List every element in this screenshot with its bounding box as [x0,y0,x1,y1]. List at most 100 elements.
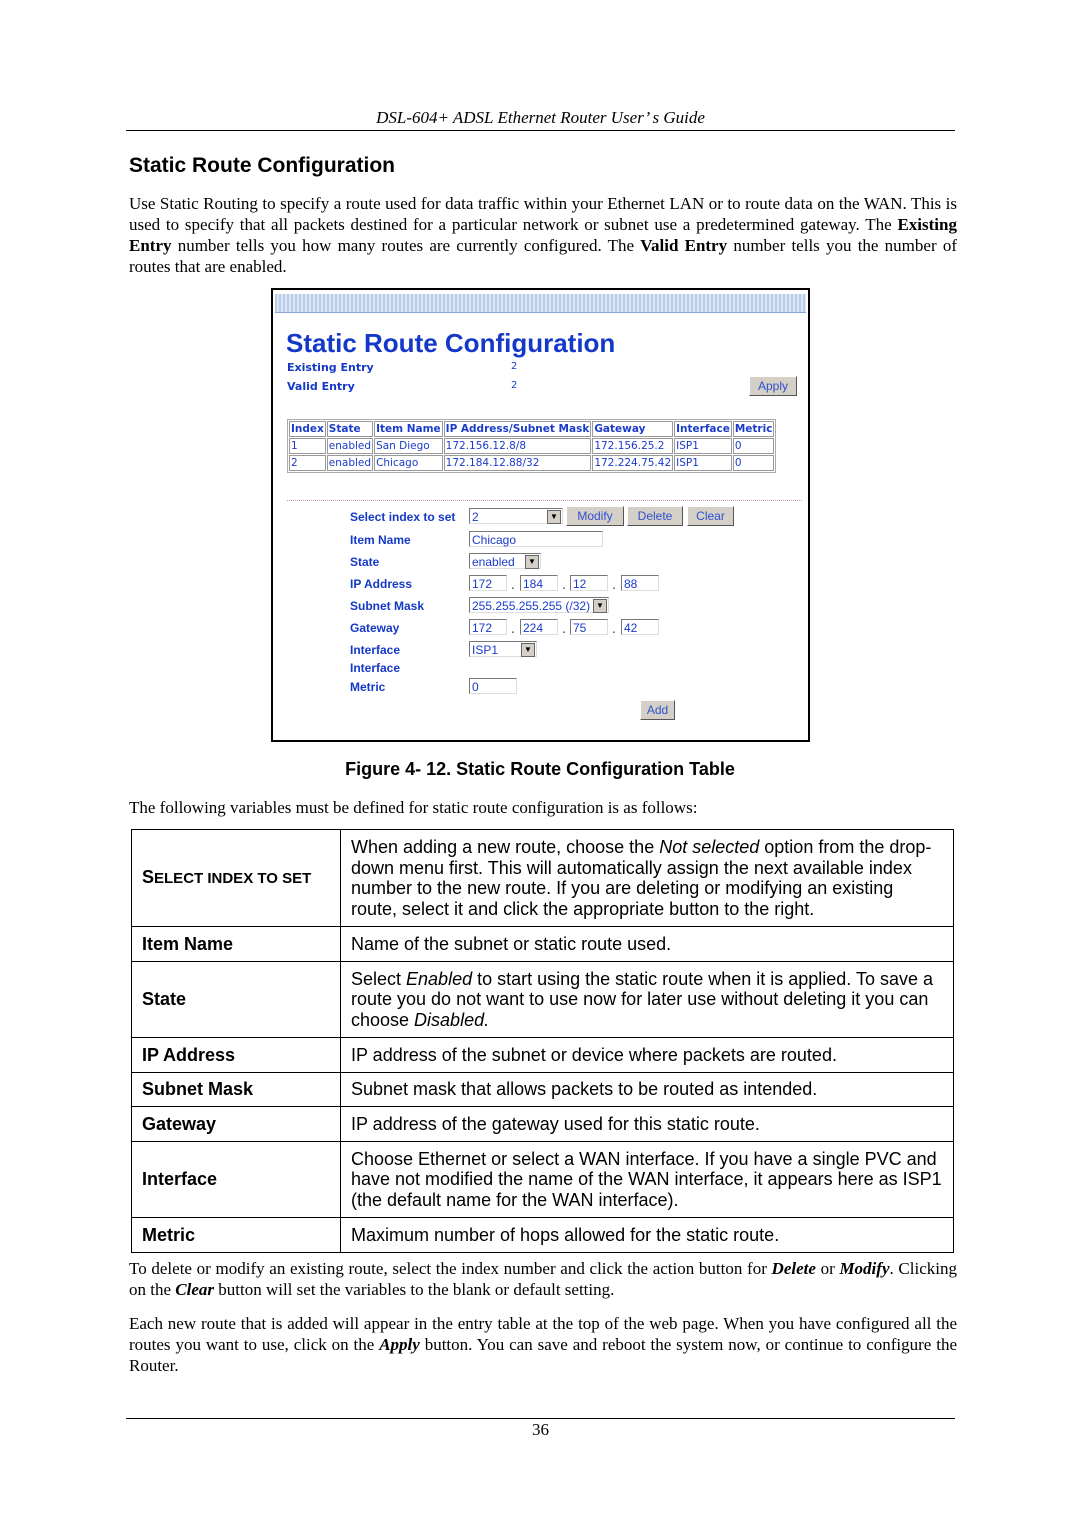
figure-caption: Figure 4- 12. Static Route Configuration… [345,759,735,779]
text: Valid Entry [640,236,728,255]
variable-description: IP address of the subnet or device where… [340,1037,954,1073]
text: ELECT INDEX TO SET [154,869,312,887]
outro-paragraph-1: To delete or modify an existing route, s… [129,1258,957,1300]
separator: . [511,622,515,636]
variable-description: Maximum number of hops allowed for the s… [340,1217,954,1253]
variable-name: State [131,961,341,1038]
text: Disabled. [414,1009,490,1030]
state-label: State [350,555,380,569]
interface-label-2: Interface [350,661,401,675]
cell: 172.156.25.2 [592,438,674,454]
add-button[interactable]: Add [640,700,675,720]
separator: . [612,622,616,636]
variable-description: Subnet mask that allows packets to be ro… [340,1072,954,1107]
clear-button[interactable]: Clear [687,506,734,526]
ip-octet-1[interactable]: 172 [469,575,507,591]
text: S [142,866,155,887]
cell: ISP1 [674,438,732,454]
separator: . [511,578,515,592]
select-index-label: Select index to set [350,510,456,524]
text: Enabled [406,968,473,989]
variable-name: Gateway [131,1106,341,1142]
selected-value: 255.255.255.255 (/32) [472,599,591,613]
selected-value: ISP1 [472,643,499,657]
cell: enabled [326,455,374,471]
modify-button[interactable]: Modify [566,506,624,526]
table-row: IP Address IP address of the subnet or d… [131,1037,954,1073]
cell: 0 [732,438,775,454]
variable-name: Interface [131,1141,341,1218]
column-header: Gateway [592,421,674,437]
divider [287,500,802,501]
variable-description: When adding a new route, choose the Not … [340,829,954,927]
delete-button[interactable]: Delete [627,506,683,526]
section-title: Static Route Configuration [129,154,395,177]
column-header: Metric [732,421,775,437]
item-name-label: Item Name [350,533,411,547]
metric-label: Metric [350,680,386,694]
cell: 172.224.75.42 [592,455,674,471]
text: Clear [175,1280,215,1299]
ip-address-label: IP Address [350,577,413,591]
column-header: IP Address/Subnet Mask [443,421,592,437]
text: To delete or modify an existing route, s… [129,1259,772,1278]
subnet-mask-label: Subnet Mask [350,599,425,613]
variable-name: IP Address [131,1037,341,1073]
item-name-input[interactable]: Chicago [469,531,603,547]
column-header: Item Name [374,421,443,437]
table-row: SELECT INDEX TO SET When adding a new ro… [131,829,954,927]
separator: . [612,578,616,592]
table-row: Subnet Mask Subnet mask that allows pack… [131,1072,954,1107]
gateway-octet-1[interactable]: 172 [469,619,507,635]
text: or [815,1259,840,1278]
table-row: 1 enabled San Diego 172.156.12.8/8 172.1… [289,438,775,454]
variable-description: IP address of the gateway used for this … [340,1106,954,1142]
variable-description: Choose Ethernet or select a WAN interfac… [340,1141,954,1218]
cell: Chicago [374,455,443,471]
variables-intro: The following variables must be defined … [129,798,698,817]
cell: San Diego [374,438,443,454]
metric-input[interactable]: 0 [469,678,517,694]
text: Use Static Routing to specify a route us… [129,194,957,234]
select-index-dropdown[interactable]: 2 ▼ [469,508,563,524]
ip-octet-4[interactable]: 88 [621,575,659,591]
ip-octet-3[interactable]: 12 [570,575,608,591]
header-band [275,294,806,313]
variable-name: SELECT INDEX TO SET [131,829,341,927]
chevron-down-icon: ▼ [547,510,561,524]
apply-button[interactable]: Apply [749,376,797,396]
subnet-mask-dropdown[interactable]: 255.255.255.255 (/32) ▼ [469,597,609,613]
ip-octet-2[interactable]: 184 [520,575,558,591]
variables-table: SELECT INDEX TO SET When adding a new ro… [131,829,954,1253]
gateway-octet-3[interactable]: 75 [570,619,608,635]
gateway-octet-2[interactable]: 224 [520,619,558,635]
text: button will set the variables to the bla… [214,1280,615,1299]
column-header: State [326,421,374,437]
cell: 1 [289,438,326,454]
text: Select [351,968,407,989]
cell: 172.156.12.8/8 [443,438,592,454]
page-number: 36 [126,1418,955,1440]
state-dropdown[interactable]: enabled ▼ [469,553,541,569]
router-screenshot: Static Route Configuration Existing Entr… [271,288,810,742]
gateway-octet-4[interactable]: 42 [621,619,659,635]
column-header: Interface [674,421,732,437]
variable-name: Metric [131,1217,341,1253]
selected-value: 2 [472,510,479,524]
table-header-row: Index State Item Name IP Address/Subnet … [289,421,775,437]
variable-name: Subnet Mask [131,1072,341,1107]
table-row: Interface Choose Ethernet or select a WA… [131,1141,954,1218]
running-header: DSL-604+ ADSL Ethernet Router User’ s Gu… [126,108,955,131]
cell: 0 [732,455,775,471]
interface-label: Interface [350,643,401,657]
existing-entry-label: Existing Entry [287,361,374,374]
column-header: Index [289,421,326,437]
chevron-down-icon: ▼ [521,643,535,657]
variable-description: Select Enabled to start using the static… [340,961,954,1038]
gateway-label: Gateway [350,621,400,635]
interface-dropdown[interactable]: ISP1 ▼ [469,641,537,657]
screenshot-title: Static Route Configuration [286,328,616,358]
selected-value: enabled [472,555,515,569]
table-row: 2 enabled Chicago 172.184.12.88/32 172.2… [289,455,775,471]
route-table: Index State Item Name IP Address/Subnet … [287,419,777,473]
